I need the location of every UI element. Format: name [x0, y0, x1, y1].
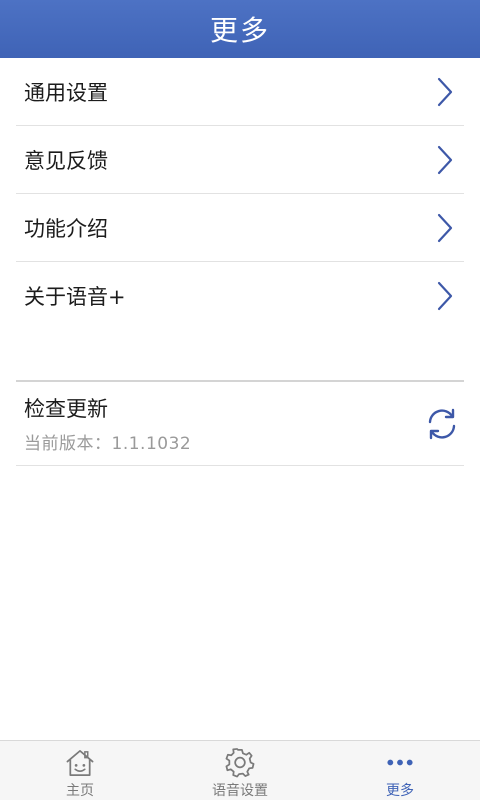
update-text: 检查更新 当前版本：1.1.1032: [24, 393, 191, 454]
more-dots-icon: [387, 759, 413, 766]
bottom-tab-bar: 主页 语音设置 更多: [0, 740, 480, 800]
chevron-right-icon: [437, 281, 453, 311]
chevron-right-icon: [437, 77, 453, 106]
header-bar: 更多: [0, 0, 480, 58]
current-version-label: 当前版本：1.1.1032: [24, 434, 192, 454]
tab-label: 主页: [66, 783, 94, 799]
tab-voice-settings[interactable]: 语音设置: [160, 741, 320, 800]
menu-item-label: 通用设置: [24, 80, 108, 105]
tab-label: 更多: [386, 783, 414, 799]
more-screen: 更多 通用设置 意见反馈 功能介绍 关于语音+ 检查更新 当前版本：1.1.10…: [0, 0, 480, 800]
check-update-label: 检查更新: [24, 397, 108, 421]
menu-item-features[interactable]: 功能介绍: [16, 194, 464, 262]
gear-icon: [225, 748, 255, 778]
home-icon: [66, 750, 94, 776]
page-title: 更多: [209, 14, 270, 47]
chevron-right-icon: [437, 145, 453, 174]
menu-item-label: 关于语音+: [24, 285, 126, 309]
chevron-right-icon: [437, 213, 453, 242]
tab-more[interactable]: 更多: [320, 741, 480, 800]
menu-list: 通用设置 意见反馈 功能介绍 关于语音+: [16, 58, 464, 330]
refresh-icon[interactable]: [424, 406, 460, 442]
tab-label: 语音设置: [212, 783, 268, 799]
tab-home[interactable]: 主页: [0, 741, 160, 800]
menu-item-label: 功能介绍: [24, 216, 108, 241]
menu-item-general-settings[interactable]: 通用设置: [16, 58, 464, 126]
menu-item-label: 意见反馈: [24, 148, 108, 173]
menu-item-feedback[interactable]: 意见反馈: [16, 126, 464, 194]
check-update-row[interactable]: 检查更新 当前版本：1.1.1032: [16, 382, 464, 466]
menu-item-about[interactable]: 关于语音+: [16, 262, 464, 330]
